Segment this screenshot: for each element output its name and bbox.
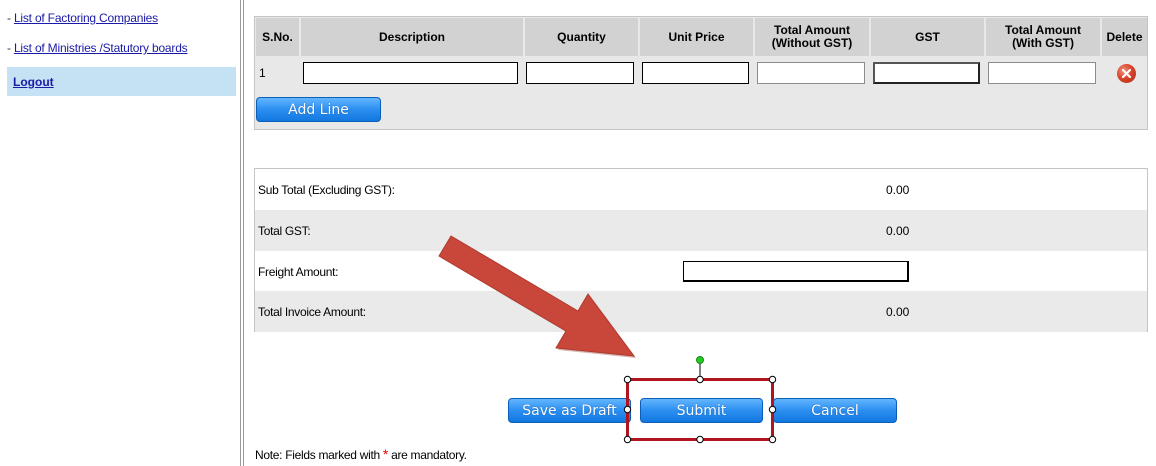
- mandatory-note: Note: Fields marked with * are mandatory…: [255, 446, 467, 462]
- highlight-box: [623, 356, 777, 444]
- note-suffix: are mandatory.: [388, 448, 467, 462]
- arrow-annotation-icon: [438, 235, 636, 358]
- annotation-overlay: [438, 235, 777, 444]
- note-prefix: Note: Fields marked with: [255, 448, 383, 462]
